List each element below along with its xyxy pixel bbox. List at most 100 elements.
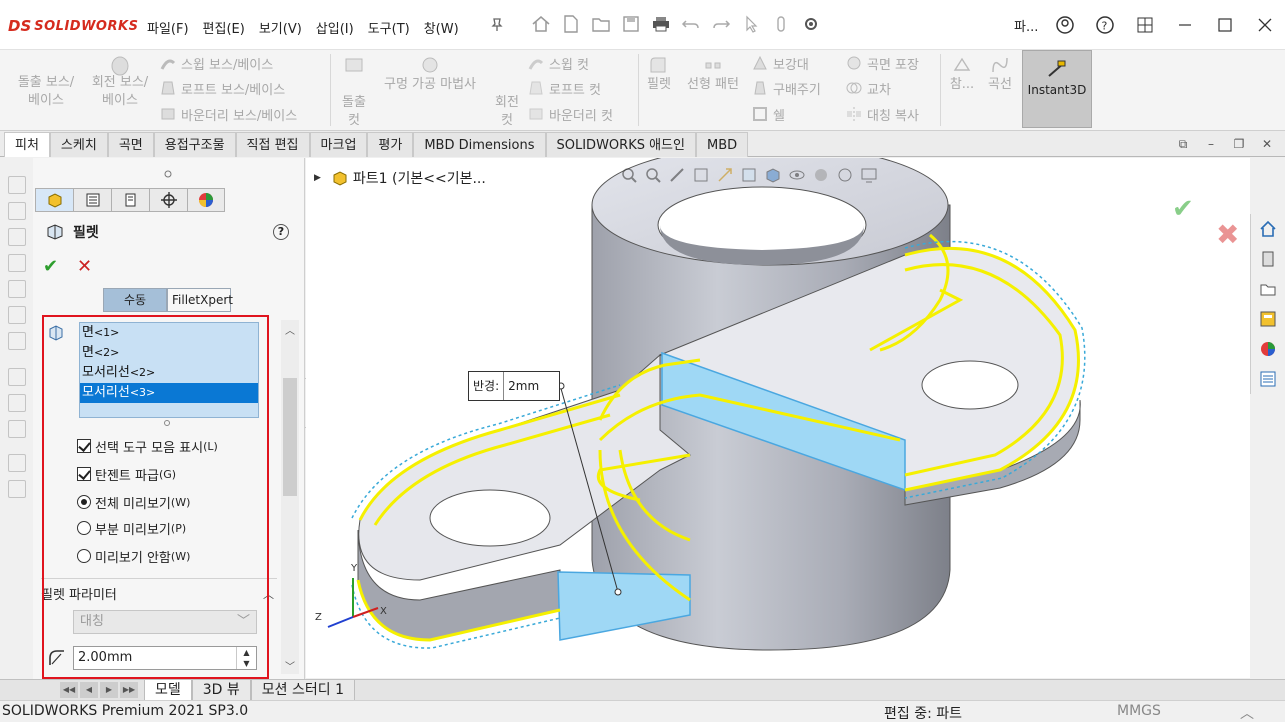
draft-button[interactable]: 구배주기 (752, 77, 821, 99)
list-item[interactable]: 면<2> (80, 343, 258, 363)
fillet-method-select[interactable]: 대칭 ﹀ (73, 610, 257, 634)
scrollbar-thumb[interactable] (283, 378, 297, 496)
menu-view[interactable]: 보기(V) (252, 14, 309, 41)
scroll-up-icon[interactable]: ︿ (285, 322, 295, 337)
edit-appearance-icon[interactable] (812, 166, 830, 184)
doc-minimize-icon[interactable]: – (1203, 136, 1219, 152)
help-icon[interactable]: ? (1092, 12, 1118, 38)
unit-system[interactable]: MMGS (1117, 703, 1161, 719)
confirm-check-icon[interactable]: ✔ (1172, 194, 1194, 224)
tab-mbd-dimensions[interactable]: MBD Dimensions (413, 132, 546, 157)
select-tool-icon[interactable] (8, 368, 26, 386)
scroll-down-icon[interactable]: ﹀ (285, 658, 295, 673)
home-icon[interactable] (530, 12, 552, 36)
tab-filletxpert[interactable]: FilletXpert (167, 288, 233, 312)
display-manager-tab[interactable] (187, 188, 225, 212)
tab-mbd[interactable]: MBD (695, 132, 749, 157)
feature-tree-icon[interactable] (8, 176, 26, 194)
tab-evaluate[interactable]: 평가 (367, 132, 414, 157)
boundary-boss-button[interactable]: 바운더리 보스/베이스 (160, 103, 297, 125)
curves-button[interactable]: 곡선 (982, 76, 1018, 94)
custom-properties-icon[interactable] (1257, 368, 1279, 390)
tab-sketch[interactable]: 스케치 (49, 132, 108, 157)
print-icon[interactable] (650, 12, 672, 36)
feature-manager-tab[interactable] (35, 188, 73, 212)
part-model[interactable] (306, 158, 1250, 678)
minimize-icon[interactable] (1172, 12, 1198, 38)
options-gear-icon[interactable] (800, 12, 822, 36)
reference-geometry-button[interactable]: 참... (944, 76, 980, 94)
cube-view-icon[interactable] (8, 228, 26, 246)
increment-icon[interactable]: ▲ (237, 647, 256, 658)
help-icon[interactable]: ? (273, 224, 289, 240)
configuration-manager-tab[interactable] (111, 188, 149, 212)
view-settings-icon[interactable] (860, 166, 878, 184)
open-folder-icon[interactable] (590, 12, 612, 36)
ok-button[interactable]: ✔ (43, 256, 63, 277)
section-view-icon[interactable] (692, 166, 710, 184)
prev-tab-icon[interactable]: ◀ (80, 682, 98, 698)
loft-cut-button[interactable]: 로프트 컷 (528, 77, 601, 99)
partial-preview-option[interactable]: 부분 미리보기 (P) (77, 518, 186, 538)
tab-motion-study[interactable]: 모션 스터디 1 (250, 680, 356, 701)
loft-boss-button[interactable]: 로프트 보스/베이스 (160, 77, 285, 99)
flyout-feature-tree[interactable]: ▶ 파트1 (기본<<기본... (314, 168, 486, 188)
chevron-up-icon[interactable]: ︿ (1240, 703, 1254, 722)
cube-view-icon[interactable] (8, 254, 26, 272)
cube-view-icon[interactable] (8, 280, 26, 298)
dimxpert-manager-tab[interactable] (149, 188, 187, 212)
tangent-propagation-checkbox[interactable] (77, 467, 91, 481)
hide-show-icon[interactable] (788, 166, 806, 184)
radius-stepper[interactable]: ▲ ▼ (236, 647, 256, 669)
pin-icon[interactable] (490, 18, 504, 32)
no-preview-radio[interactable] (77, 549, 91, 563)
restore-pane-icon[interactable] (1132, 12, 1158, 38)
apply-scene-icon[interactable] (836, 166, 854, 184)
solidworks-resources-icon[interactable] (1257, 218, 1279, 240)
boundary-cut-button[interactable]: 바운더리 컷 (528, 103, 613, 125)
display-style-icon[interactable] (764, 166, 782, 184)
full-preview-option[interactable]: 전체 미리보기 (W) (77, 492, 190, 512)
file-explorer-icon[interactable] (1257, 278, 1279, 300)
rebuild-icon[interactable] (770, 12, 792, 36)
confirm-cancel-icon[interactable]: ✖ (1216, 218, 1239, 251)
menu-edit[interactable]: 편집(E) (196, 14, 252, 41)
rib-button[interactable]: 보강대 (752, 52, 809, 74)
list-item-selected[interactable]: 모서리선<3> (80, 383, 258, 403)
shell-button[interactable]: 쉘 (752, 103, 785, 125)
expand-triangle-icon[interactable]: ▶ (314, 173, 321, 183)
new-file-icon[interactable] (560, 12, 582, 36)
tab-solidworks-addins[interactable]: SOLIDWORKS 애드인 (545, 132, 696, 157)
doc-restore-icon[interactable]: ❐ (1231, 136, 1247, 152)
tab-model[interactable]: 모델 (144, 680, 192, 701)
zoom-area-icon[interactable] (644, 166, 662, 184)
extrude-cut-button[interactable]: 돌출 컷 (334, 76, 374, 130)
fillet-parameters-header[interactable]: 필렛 파라미터 (41, 584, 117, 603)
save-icon[interactable] (620, 12, 642, 36)
extrude-boss-button[interactable]: 돌출 보스/ 베이스 (8, 56, 84, 110)
sketch-tool-icon[interactable] (8, 394, 26, 412)
property-manager-tab[interactable] (73, 188, 111, 212)
assembly-icon[interactable] (8, 332, 26, 350)
tab-features[interactable]: 피처 (4, 132, 50, 157)
tab-surfaces[interactable]: 곡면 (107, 132, 154, 157)
cancel-button[interactable]: ✕ (77, 256, 97, 277)
radius-callout-value[interactable]: 2mm (504, 379, 539, 393)
menu-window[interactable]: 창(W) (417, 14, 466, 41)
intersect-button[interactable]: 교차 (846, 77, 891, 99)
panel-grip-icon[interactable] (164, 170, 172, 178)
partial-preview-radio[interactable] (77, 521, 91, 535)
view-palette-icon[interactable] (1257, 308, 1279, 330)
undo-icon[interactable] (680, 12, 702, 36)
graphics-viewport[interactable]: Y X Z ▶ 파트1 (기본<<기본... ✔ ✖ 반경: 2mm (306, 158, 1250, 678)
list-item[interactable]: 모서리선<2> (80, 363, 258, 383)
mirror-button[interactable]: 대칭 복사 (846, 103, 919, 125)
display-tool-icon[interactable] (8, 420, 26, 438)
user-icon[interactable] (1052, 12, 1078, 38)
next-tab-icon[interactable]: ▶ (100, 682, 118, 698)
linear-pattern-button[interactable]: 선형 패턴 (680, 76, 746, 94)
previous-view-icon[interactable] (668, 166, 686, 184)
last-tab-icon[interactable]: ▶▶ (120, 682, 138, 698)
tab-weldments[interactable]: 용접구조물 (153, 132, 236, 157)
paste-icon[interactable] (8, 480, 26, 498)
